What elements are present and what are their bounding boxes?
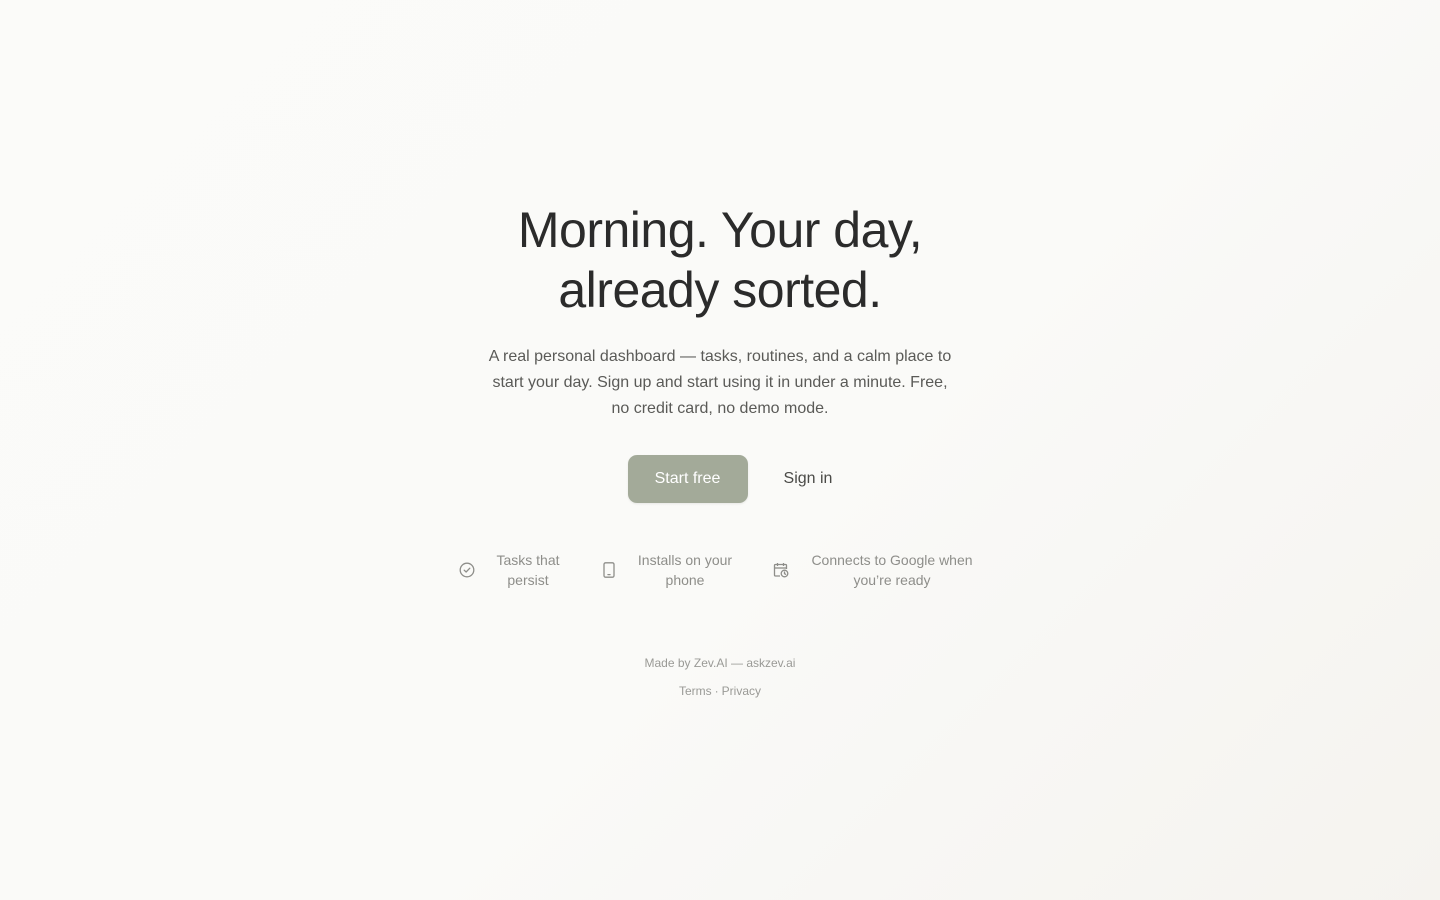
feature-item-phone: Installs on your phone <box>600 550 740 590</box>
feature-label-google: Connects to Google when you’re ready <box>811 552 973 588</box>
footer-links: Terms · Privacy <box>0 682 1440 700</box>
check-circle-icon <box>458 561 476 579</box>
sign-in-button[interactable]: Sign in <box>768 455 849 503</box>
privacy-link[interactable]: Privacy <box>722 684 761 698</box>
feature-list: Tasks that persist Installs on your phon… <box>0 550 1440 590</box>
start-free-button[interactable]: Start free <box>627 455 748 503</box>
terms-link[interactable]: Terms <box>679 684 712 698</box>
headline-line-1: Morning. Your day, <box>517 202 923 258</box>
feature-label-phone: Installs on your phone <box>637 552 733 588</box>
hero-subtitle: A real personal dashboard — tasks, routi… <box>488 348 952 417</box>
footer-separator: · <box>714 684 719 698</box>
feature-item-tasks: Tasks that persist <box>458 550 568 590</box>
page-title: Morning. Your day, already sorted. <box>420 200 1020 320</box>
cta-row: Start free Sign in <box>0 455 1440 503</box>
feature-label-tasks: Tasks that persist <box>496 552 560 588</box>
calendar-clock-icon <box>772 561 790 579</box>
footer-credit: Made by Zev.AI — askzev.ai <box>644 656 796 670</box>
phone-icon <box>600 561 618 579</box>
headline-line-2: already sorted. <box>558 262 882 318</box>
feature-item-google: Connects to Google when you’re ready <box>772 550 982 590</box>
